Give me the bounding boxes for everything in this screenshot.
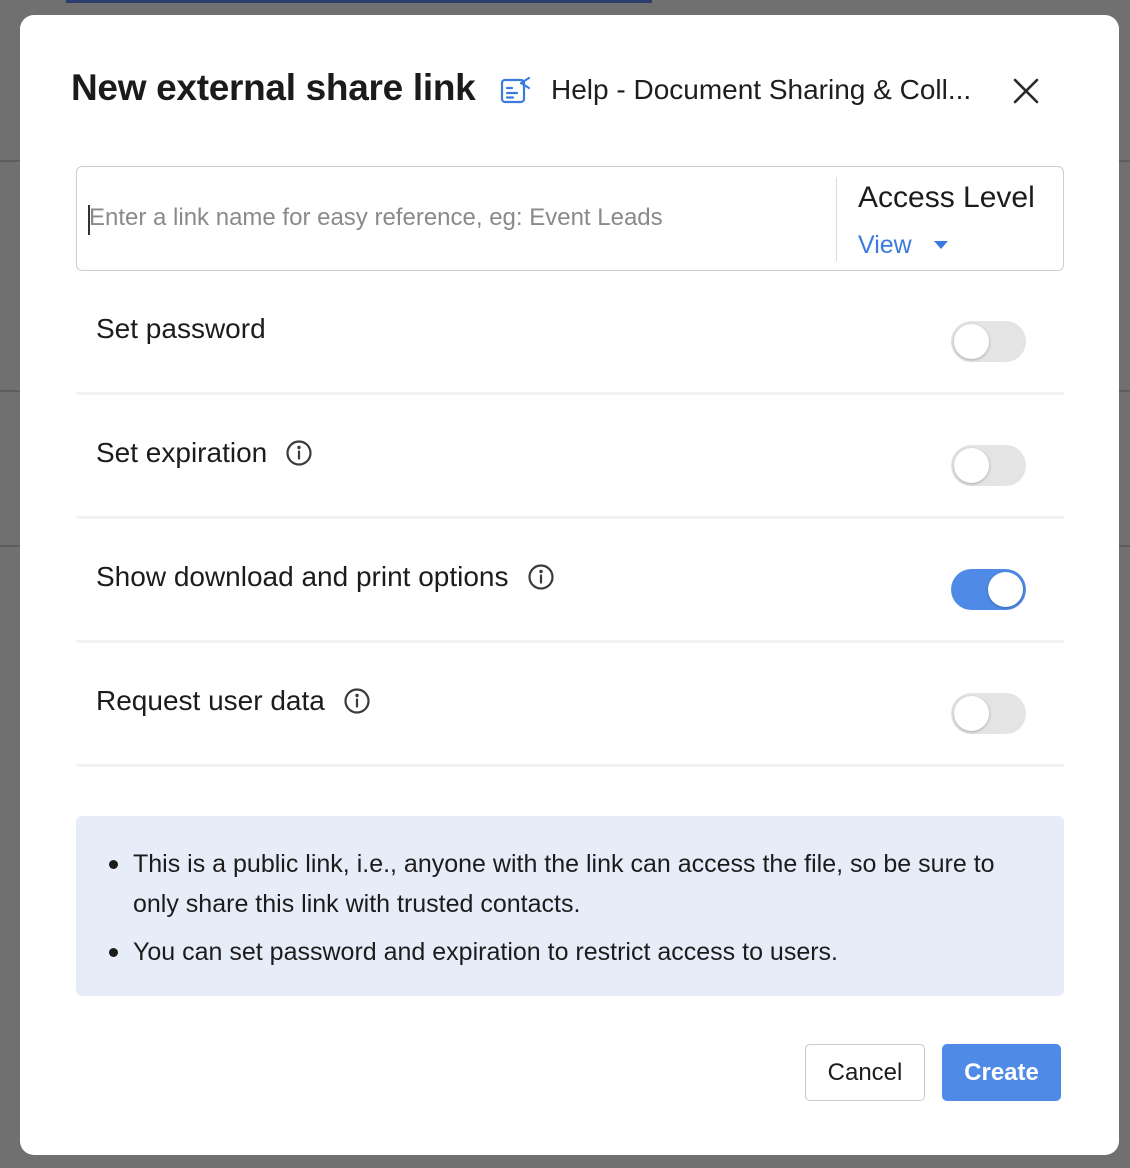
option-label: Set expiration xyxy=(96,437,268,468)
option-label: Set password xyxy=(96,313,266,344)
access-level-value: View xyxy=(858,230,912,259)
dialog-title: New external share link xyxy=(71,67,476,108)
access-level-label: Access Level xyxy=(858,181,1035,214)
background-divider xyxy=(0,390,20,392)
background-divider xyxy=(1119,390,1130,392)
background-divider xyxy=(1119,545,1130,547)
link-name-input[interactable] xyxy=(87,167,827,269)
text-cursor xyxy=(88,205,90,235)
document-share-icon xyxy=(500,75,532,105)
close-button[interactable] xyxy=(1010,75,1042,107)
option-label: Show download and print options xyxy=(96,561,509,592)
share-link-dialog: New external share link Help - Document … xyxy=(20,15,1119,1155)
info-circle-icon[interactable] xyxy=(527,563,555,591)
option-row-request-user-data: Request user data xyxy=(76,643,1064,767)
request-user-data-toggle[interactable] xyxy=(951,693,1026,734)
public-link-note: This is a public link, i.e., anyone with… xyxy=(76,816,1064,996)
close-icon xyxy=(1010,78,1042,111)
download-print-toggle[interactable] xyxy=(951,569,1026,610)
note-item: This is a public link, i.e., anyone with… xyxy=(106,844,1026,924)
background-divider xyxy=(0,545,20,547)
set-expiration-toggle[interactable] xyxy=(951,445,1026,486)
note-list: This is a public link, i.e., anyone with… xyxy=(106,844,1026,980)
option-label: Request user data xyxy=(96,685,325,716)
cancel-button[interactable]: Cancel xyxy=(805,1044,925,1101)
link-name-box: Access Level View xyxy=(76,166,1064,271)
toggle-knob xyxy=(954,324,989,359)
toggle-knob xyxy=(988,572,1023,607)
access-level-dropdown[interactable]: View xyxy=(858,229,948,261)
background-divider xyxy=(1119,160,1130,162)
set-password-toggle[interactable] xyxy=(951,321,1026,362)
create-button[interactable]: Create xyxy=(942,1044,1061,1101)
option-row-download-print: Show download and print options xyxy=(76,519,1064,643)
caret-down-icon xyxy=(933,241,948,249)
toggle-knob xyxy=(954,448,989,483)
toggle-knob xyxy=(954,696,989,731)
background-divider xyxy=(0,160,20,162)
document-name: Help - Document Sharing & Coll... xyxy=(551,74,972,105)
option-row-set-expiration: Set expiration xyxy=(76,395,1064,519)
option-row-set-password: Set password xyxy=(76,271,1064,395)
info-circle-icon[interactable] xyxy=(343,687,371,715)
box-divider xyxy=(836,177,837,261)
background-link-underline xyxy=(66,0,652,3)
info-circle-icon[interactable] xyxy=(285,439,313,467)
note-item: You can set password and expiration to r… xyxy=(106,932,1026,972)
